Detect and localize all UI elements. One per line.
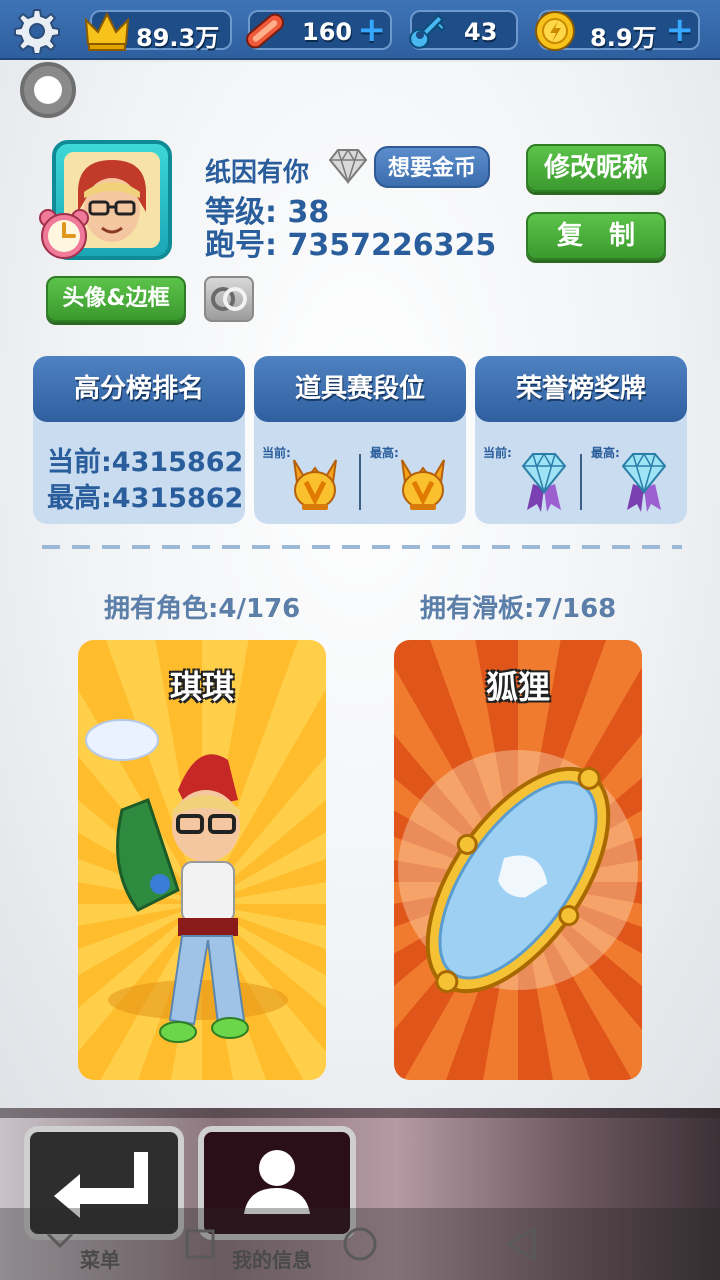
- crowns-counter: 89.3万: [84, 10, 232, 52]
- alarm-clock-icon: [39, 209, 89, 259]
- bottom-strip: [0, 1108, 720, 1118]
- recents-square-icon[interactable]: [184, 1228, 216, 1260]
- highscore-rank-title: 高分榜排名: [33, 356, 245, 422]
- boards-value: 160: [302, 18, 353, 46]
- record-button[interactable]: [20, 62, 76, 118]
- boards-counter: 160 +: [246, 10, 392, 50]
- keys-counter: 43: [409, 10, 518, 50]
- gold-tier-medal-best-icon: [401, 459, 445, 510]
- honor-current-label: 当前:: [483, 446, 512, 460]
- player-nickname: 纸因有你: [205, 158, 310, 188]
- board-tile[interactable]: 狐狸: [394, 640, 642, 1080]
- key-icon: [409, 14, 447, 49]
- diamond-medal-icon: [521, 452, 567, 512]
- my-info-label[interactable]: 我的信息: [232, 1244, 312, 1273]
- gold-tier-medal-icon: [293, 459, 337, 510]
- chevron-down-icon[interactable]: [46, 1230, 74, 1250]
- add-coins-button[interactable]: +: [666, 13, 695, 47]
- switch-icon[interactable]: [204, 276, 254, 322]
- id-value: 7357226325: [287, 228, 497, 263]
- crown-icon: [84, 11, 130, 51]
- coins-counter: 8.9万 +: [535, 10, 700, 52]
- diamond-medal-best-icon: [621, 452, 667, 512]
- card-divider: [359, 454, 361, 510]
- id-label: 跑号:: [205, 228, 277, 263]
- board-name: 狐狸: [485, 668, 550, 706]
- highscore-rank-card[interactable]: 高分榜排名 当前:4315862 最高:4315862: [33, 356, 245, 524]
- item-tier-title: 道具赛段位: [254, 356, 466, 422]
- back-triangle-icon[interactable]: [504, 1226, 538, 1262]
- hoverboard-icon: [246, 13, 284, 49]
- crowns-value: 89.3万: [136, 24, 220, 52]
- add-boards-button[interactable]: +: [358, 13, 387, 47]
- item-tier-card[interactable]: 道具赛段位 当前: 最高:: [254, 356, 466, 524]
- menu-label[interactable]: 菜单: [80, 1244, 120, 1273]
- avatar-frame-button[interactable]: 头像&边框: [46, 276, 186, 322]
- diamond-rank-icon: [328, 148, 368, 185]
- copy-button[interactable]: 复制: [526, 212, 666, 260]
- settings-gear-icon[interactable]: [14, 8, 60, 54]
- highscore-current: 当前:4315862: [47, 447, 244, 478]
- dashed-divider: [42, 545, 682, 549]
- character-tile[interactable]: 琪琪: [78, 640, 326, 1080]
- character-name: 琪琪: [169, 668, 234, 706]
- keys-value: 43: [464, 18, 498, 46]
- coins-value: 8.9万: [590, 24, 657, 52]
- player-id: 跑号: 7357226325: [205, 220, 496, 264]
- owned-boards-count: 拥有滑板:7/168: [420, 594, 617, 624]
- modify-nickname-button[interactable]: 修改昵称: [526, 144, 666, 192]
- honor-medal-card[interactable]: 荣誉榜奖牌 当前: 最高:: [475, 356, 687, 524]
- coin-icon: [535, 11, 575, 51]
- owned-characters-count: 拥有角色:4/176: [104, 594, 301, 624]
- resource-bar: 89.3万 160 + 43 8.9万 +: [0, 0, 720, 60]
- want-coins-button[interactable]: 想要金币: [374, 146, 490, 188]
- home-circle-icon[interactable]: [342, 1226, 378, 1262]
- honor-medal-title: 荣誉榜奖牌: [475, 356, 687, 422]
- highscore-best: 最高:4315862: [47, 483, 244, 514]
- card-divider: [580, 454, 582, 510]
